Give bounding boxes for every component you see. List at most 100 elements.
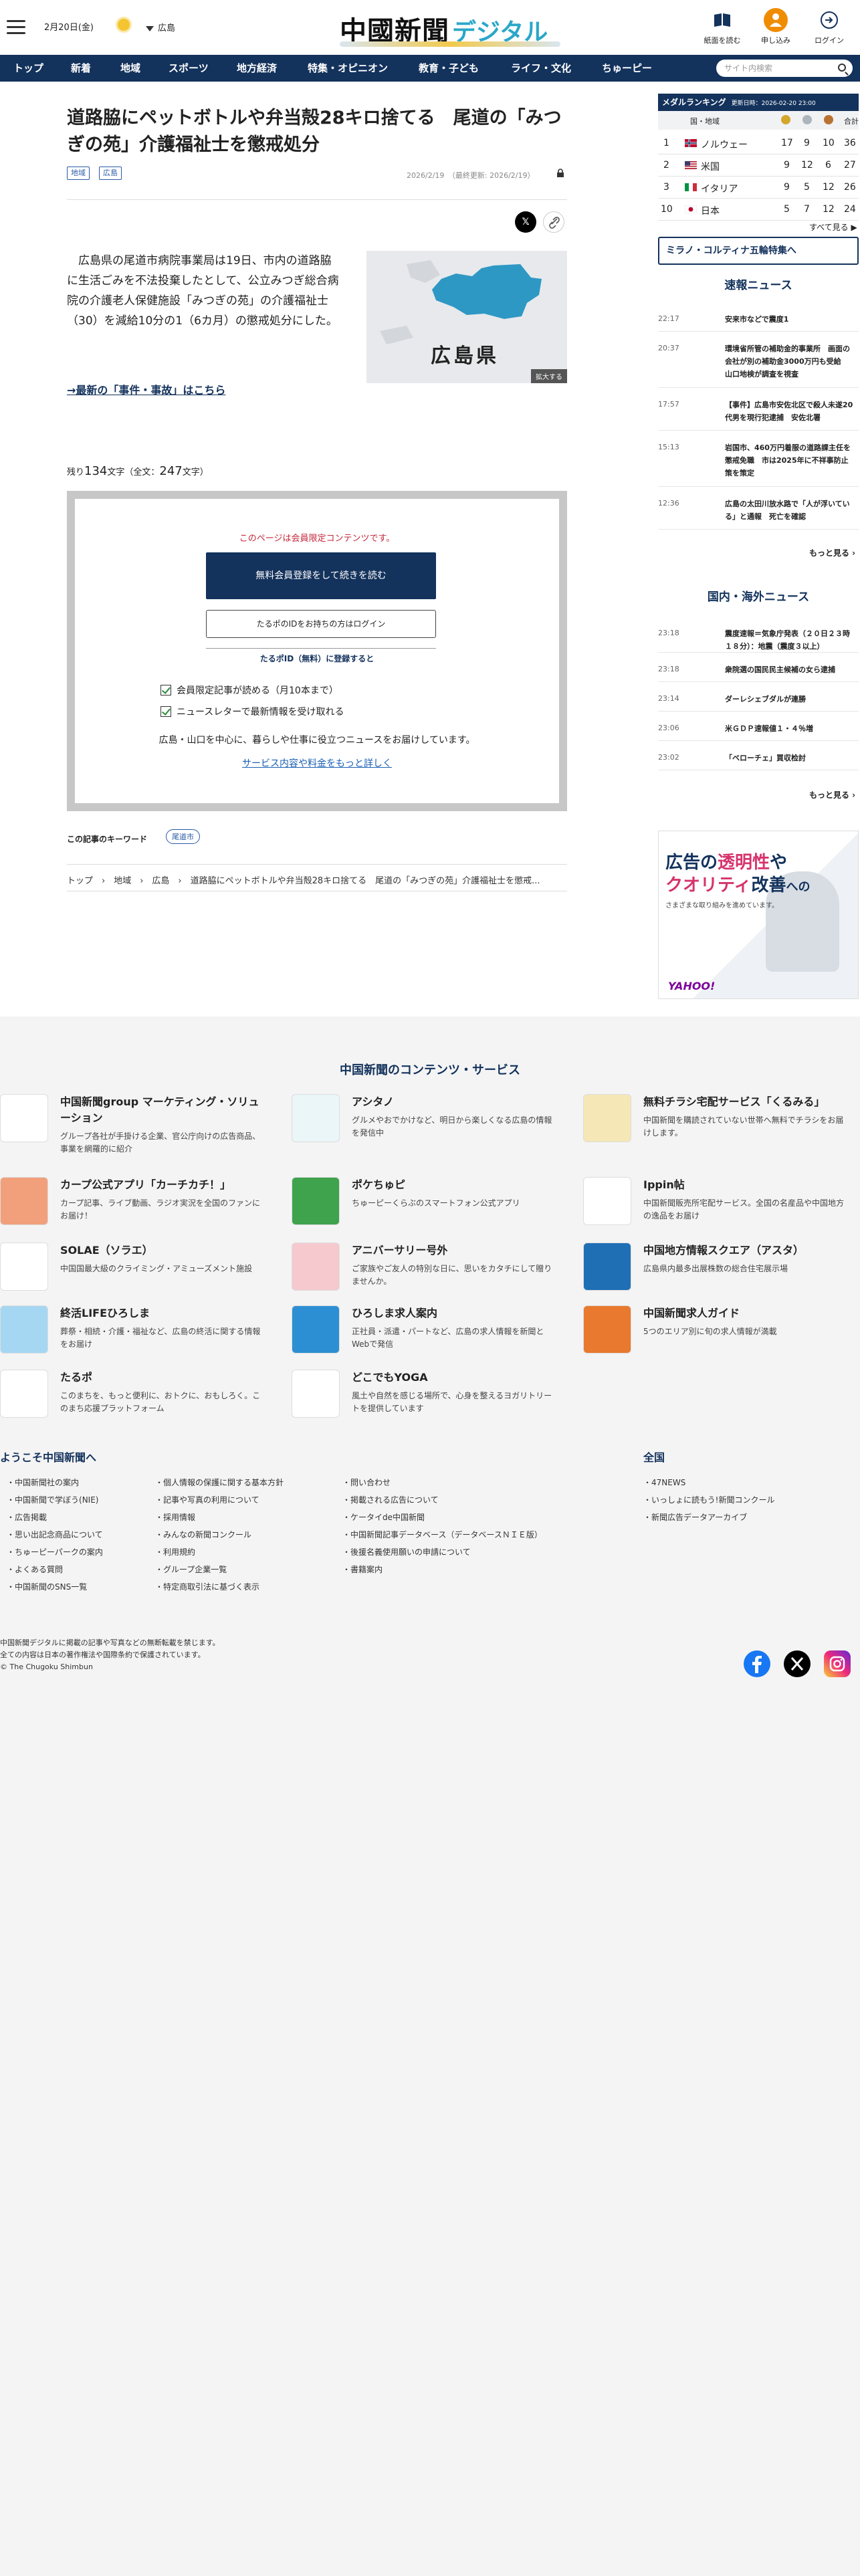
service-card[interactable]: 無料チラシ宅配サービス「くるみる」 中国新聞を購読されていない世帯へ無料でチラシを…	[583, 1094, 851, 1150]
news-headline: 広島の太田川放水路で「人が浮いている」と通報 死亡を確認	[725, 500, 850, 521]
tarupo-login-button[interactable]: たるポのIDをお持ちの方はログイン	[206, 610, 436, 638]
nav-education[interactable]: 教育・子ども	[419, 55, 479, 82]
nav-sports[interactable]: スポーツ	[169, 55, 209, 82]
service-details-link[interactable]: サービス内容や料金をもっと詳しく	[75, 756, 559, 770]
footer-link[interactable]: みんなの新聞コンクール	[155, 1529, 251, 1540]
footer-link[interactable]: ちゅーピーパークの案内	[7, 1546, 103, 1558]
footer-link[interactable]: 中国新聞記事データベース（データベースＮＩＥ版）	[342, 1529, 542, 1540]
col-total: 合計	[844, 117, 859, 126]
service-card[interactable]: Ippin帖 中国新聞販売所宅配サービス。全国の名産品や中国地方の逸品をお届け	[583, 1177, 851, 1233]
footer-link[interactable]: 47NEWS	[643, 1477, 685, 1488]
news-item[interactable]: 23:18 震度速報＝気象庁発表（２０日２３時１８分）：地震（震度３以上）	[658, 622, 859, 653]
nav-feature[interactable]: 特集・オピニオン	[308, 55, 388, 82]
news-item[interactable]: 23:14 ダーレシェブダルが連勝	[658, 687, 859, 712]
footer-link[interactable]: 中国新聞社の案内	[7, 1477, 79, 1488]
hiroshima-map-image[interactable]: 広島県 拡大する	[366, 251, 567, 383]
service-card[interactable]: 中国新聞group マーケティング・ソリューション グループ各社が手掛ける企業、官…	[0, 1094, 267, 1154]
medal-row[interactable]: 3 イタリア 9 5 12 26	[658, 177, 859, 199]
medal-row[interactable]: 2 米国 9 12 6 27	[658, 154, 859, 177]
instagram-icon[interactable]	[824, 1650, 851, 1677]
footer-link[interactable]: グループ企業一覧	[155, 1564, 227, 1575]
region-selector[interactable]: 広島	[146, 21, 175, 33]
facebook-icon[interactable]	[744, 1650, 770, 1677]
link-copy-icon[interactable]	[543, 211, 564, 233]
footer-link[interactable]: 思い出記念商品について	[7, 1529, 103, 1540]
more-breaking-link[interactable]: もっと見る ›	[809, 547, 855, 558]
footer-link[interactable]: 後援名義使用願いの申請について	[342, 1546, 471, 1558]
news-item[interactable]: 23:06 米ＧＤＰ速報値１・４％増	[658, 717, 859, 741]
yahoo-ad-banner[interactable]: 広告の透明性や クオリティ改善への さまざまな取り組みを進めています。 YAHO…	[658, 831, 859, 999]
footer-link[interactable]: 広告掲載	[7, 1511, 47, 1523]
yoga-icon	[292, 1370, 340, 1418]
service-card[interactable]: SOLAE（ソラエ） 中国国最大級のクライミング・アミューズメント施設	[0, 1243, 267, 1299]
service-name: ポケちゅピ	[352, 1178, 406, 1191]
footer-link[interactable]: 中国新聞のSNS一覧	[7, 1581, 87, 1592]
footer-link[interactable]: 記事や写真の利用について	[155, 1494, 259, 1505]
medal-row[interactable]: 10 日本 5 7 12 24	[658, 199, 859, 221]
x-share-icon[interactable]: 𝕏	[515, 211, 536, 233]
nav-new[interactable]: 新着	[71, 55, 91, 82]
service-card[interactable]: たるポ このまちを、もっと便利に、おトクに、おもしろく。このまち応援プラットフォー…	[0, 1370, 267, 1426]
service-desc: 中国新聞販売所宅配サービス。全国の名産品や中国地方の逸品をお届け	[643, 1198, 845, 1220]
service-card[interactable]: ひろしま求人案内 正社員・派遣・パートなど、広島の求人情報を新聞とWebで発信	[292, 1305, 559, 1362]
latest-incident-link[interactable]: →最新の「事件・事故」はこちら	[67, 381, 225, 397]
signup-button[interactable]: 申し込み	[754, 8, 797, 45]
see-all-link[interactable]: すべて見る ▶	[809, 221, 857, 233]
keyword-tag[interactable]: 尾道市	[166, 829, 200, 844]
news-headline: ダーレシェブダルが連勝	[725, 695, 806, 704]
medal-column-header: 国・地域 合計	[658, 111, 859, 130]
service-card[interactable]: ポケちゅピ ちゅーピーくらぶのスマートフォン公式アプリ	[292, 1177, 559, 1233]
service-card[interactable]: カープ公式アプリ「カーチカチ！」 カープ記事、ライブ動画、ラジオ実況を全国のファン…	[0, 1177, 267, 1233]
news-item[interactable]: 20:37 環境省所管の補助金的事業所 画面の会社が別の補助金3000万円も受給 …	[658, 337, 859, 388]
footer-link[interactable]: 採用情報	[155, 1511, 195, 1523]
breadcrumb[interactable]: トップ › 地域 › 広島 › 道路脇にペットボトルや弁当殻28キロ捨てる 尾道…	[67, 873, 567, 886]
x-icon[interactable]	[784, 1650, 811, 1677]
service-name: 中国新聞求人ガイド	[643, 1307, 740, 1319]
rank: 10	[661, 204, 673, 215]
medal-row[interactable]: 1 ノルウェー 17 9 10 36	[658, 132, 859, 154]
service-card[interactable]: アニバーサリー号外 ご家族やご友人の特別な日に、思いをカタチにして贈りませんか。	[292, 1243, 559, 1299]
register-button[interactable]: 無料会員登録をして続きを読む	[206, 552, 436, 599]
news-item[interactable]: 15:13 岩国市、460万円着服の道路課主任を懲戒免職 市は2025年に不祥事防…	[658, 436, 859, 487]
nav-chupi[interactable]: ちゅーピー	[602, 55, 652, 82]
footer-link[interactable]: 新聞広告データアーカイブ	[643, 1511, 747, 1523]
footer-link[interactable]: 書籍案内	[342, 1564, 383, 1575]
footer-link[interactable]: 掲載される広告について	[342, 1494, 439, 1505]
nav-economy[interactable]: 地方経済	[237, 55, 277, 82]
service-name: SOLAE（ソラエ）	[60, 1244, 153, 1257]
news-headline: 岩国市、460万円着服の道路課主任を懲戒免職 市は2025年に不祥事防止策を策定	[725, 443, 851, 477]
footer-link[interactable]: 利用規約	[155, 1546, 195, 1558]
nav-top[interactable]: トップ	[13, 55, 43, 82]
service-card[interactable]: 中国新聞求人ガイド 5つのエリア別に旬の求人情報が満載	[583, 1305, 851, 1362]
service-card[interactable]: どこでもYOGA 風土や自然を感じる場所で、心身を整えるヨガリトリートを提供してい…	[292, 1370, 559, 1426]
nav-region[interactable]: 地域	[120, 55, 140, 82]
footer-link[interactable]: 特定商取引法に基づく表示	[155, 1581, 259, 1592]
login-button[interactable]: ログイン	[808, 8, 851, 45]
news-item[interactable]: 17:57 【事件】広島市安佐北区で殺人未遂20代男を現行犯逮捕 安佐北署	[658, 393, 859, 431]
service-desc: 葬祭・相続・介護・福祉など、広島の終活に関する情報をお届け	[60, 1327, 261, 1349]
news-item[interactable]: 23:02 「ベローチェ」買収检討	[658, 746, 859, 770]
footer-link[interactable]: 問い合わせ	[342, 1477, 391, 1488]
zoom-button[interactable]: 拡大する	[531, 369, 567, 383]
hamburger-menu-icon[interactable]	[7, 20, 25, 35]
footer-link[interactable]: 中国新聞で学ぼう(NIE)	[7, 1494, 98, 1505]
footer-link[interactable]: よくある質問	[7, 1564, 63, 1575]
news-item[interactable]: 12:36 広島の太田川放水路で「人が浮いている」と通報 死亡を確認	[658, 492, 859, 530]
service-card[interactable]: 中国地方情報スクエア（アスタ） 広島県内最多出展株数の総合住宅展示場	[583, 1243, 851, 1299]
milano-cortina-feature-button[interactable]: ミラノ・コルティナ五輪特集へ	[658, 237, 859, 265]
footer-link[interactable]: いっしょに読もう!新聞コンクール	[643, 1494, 774, 1505]
nav-life[interactable]: ライフ・文化	[511, 55, 571, 82]
tag-region[interactable]: 地域	[67, 167, 90, 180]
footer-link[interactable]: 個人情報の保護に関する基本方針	[155, 1477, 284, 1488]
news-item[interactable]: 23:18 衆院選の国民民主候補の女ら逮捕	[658, 658, 859, 682]
site-logo[interactable]: 中國新聞 デジタル	[340, 9, 560, 47]
site-search-input[interactable]: サイト内検索	[716, 60, 853, 77]
news-item[interactable]: 22:17 安来市などで震度1	[658, 308, 859, 332]
tag-hiroshima[interactable]: 広島	[99, 167, 122, 180]
service-card[interactable]: アシタノ グルメやおでかけなど、明日から楽しくなる広島の情報を発信中	[292, 1094, 559, 1150]
more-intl-link[interactable]: もっと見る ›	[809, 789, 855, 800]
service-card[interactable]: 終活LIFEひろしま 葬祭・相続・介護・福祉など、広島の終活に関する情報をお届け	[0, 1305, 267, 1362]
search-icon[interactable]	[838, 64, 846, 72]
read-paper-button[interactable]: 紙面を読む	[701, 8, 744, 45]
footer-link[interactable]: ケータイde中国新聞	[342, 1511, 425, 1523]
